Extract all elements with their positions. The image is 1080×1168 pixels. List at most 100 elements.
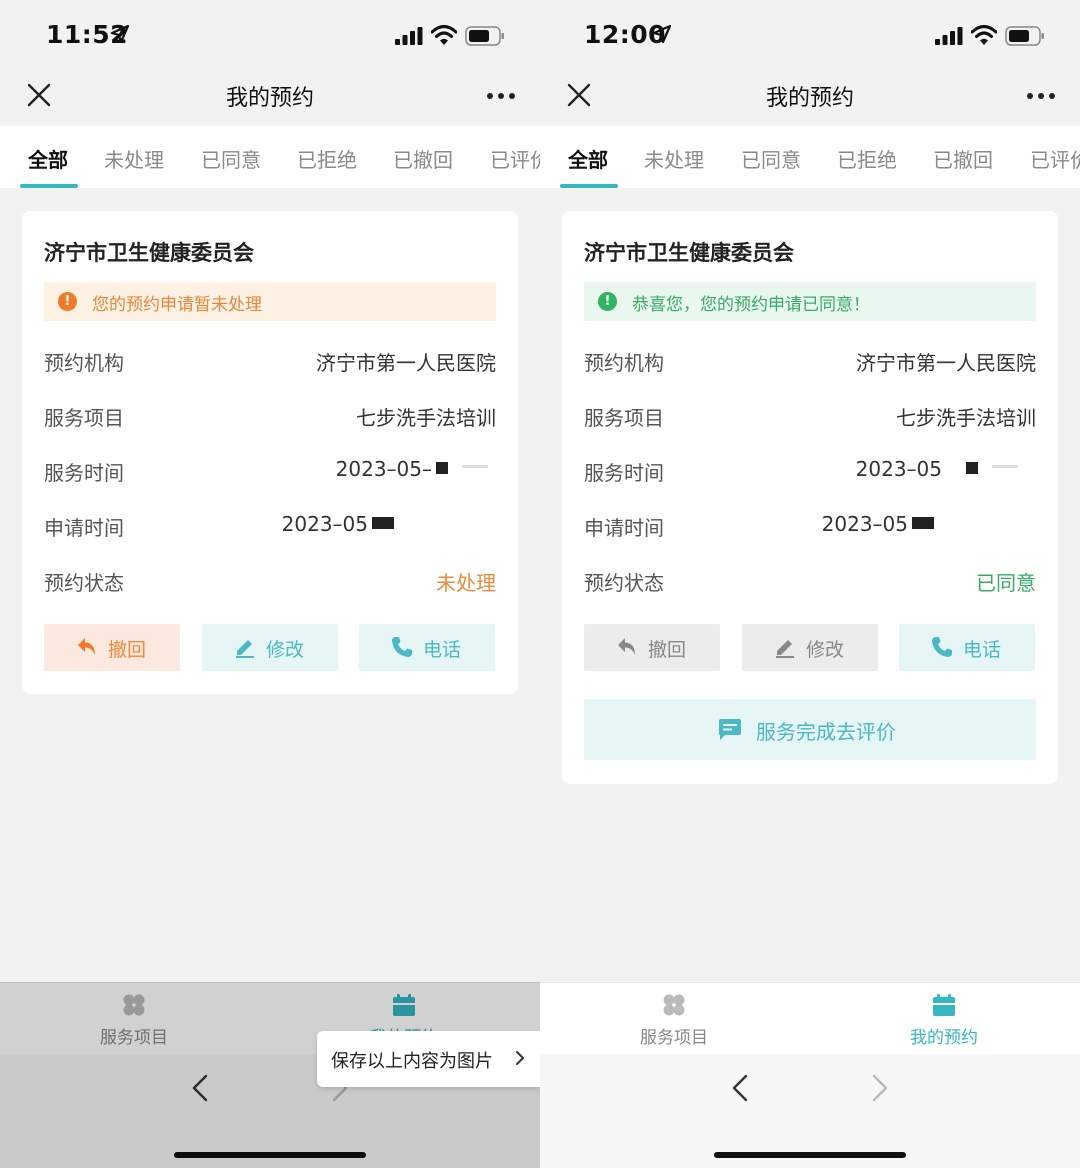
tab-pending[interactable]: 未处理 [104,144,164,173]
pending-notice: ! 您的预约申请暂未处理 [44,282,496,321]
forward-arrow-icon[interactable] [871,1074,889,1102]
value-status: 已同意 [976,571,1036,595]
wifi-icon [431,25,457,45]
clover-icon [663,994,685,1016]
status-tabs: 全部 未处理 已同意 已拒绝 已撤回 已评价 [540,126,1080,188]
tab-pending[interactable]: 未处理 [644,144,704,173]
tab-all[interactable]: 全部 [568,144,608,173]
redaction-mark [912,517,934,529]
bottom-tab-mine[interactable]: 我的预约 [874,993,1014,1048]
tab-approved[interactable]: 已同意 [741,144,801,173]
alert-icon: ! [598,292,617,311]
browser-toolbar [540,1054,1080,1168]
label-institution: 预约机构 [44,351,124,375]
cell-signal-icon [935,27,963,45]
tab-rejected[interactable]: 已拒绝 [837,144,897,173]
phone-button[interactable]: 电话 [359,624,495,671]
value-service-item: 七步洗手法培训 [356,406,496,430]
review-button[interactable]: 服务完成去评价 [584,699,1036,760]
revoke-button[interactable]: 撤回 [584,624,720,671]
revoke-button[interactable]: 撤回 [44,624,180,671]
label-service-time: 服务时间 [44,461,124,485]
location-arrow-icon [652,24,672,44]
organization-name: 济宁市卫生健康委员会 [44,241,254,265]
value-institution: 济宁市第一人民医院 [316,351,496,375]
approved-notice: ! 恭喜您，您的预约申请已同意！ [584,282,1036,321]
tab-all[interactable]: 全部 [28,144,68,173]
bottom-tab-services-label: 服务项目 [640,1028,708,1048]
home-indicator [714,1152,906,1158]
label-service-item: 服务项目 [44,406,124,430]
appointment-card: 济宁市卫生健康委员会 ! 恭喜您，您的预约申请已同意！ 预约机构 济宁市第一人民… [562,211,1058,784]
pencil-icon [236,640,254,658]
label-status: 预约状态 [584,571,664,595]
appointment-card: 济宁市卫生健康委员会 ! 您的预约申请暂未处理 预约机构 济宁市第一人民医院 服… [22,211,518,694]
phone-icon [932,637,952,657]
tab-reviewed[interactable]: 已评价 [490,144,540,173]
edit-label: 修改 [806,639,845,661]
phone-button[interactable]: 电话 [899,624,1035,671]
edit-button[interactable]: 修改 [202,624,338,671]
label-apply-time: 申请时间 [584,516,664,540]
value-institution: 济宁市第一人民医院 [856,351,1036,375]
organization-name: 济宁市卫生健康委员会 [584,241,794,265]
wifi-icon [971,25,997,45]
edit-label: 修改 [266,639,305,661]
bottom-tab-mine-label: 我的预约 [910,1028,978,1048]
edit-button[interactable]: 修改 [742,624,878,671]
label-service-item: 服务项目 [584,406,664,430]
redaction-mark [436,462,448,474]
battery-icon [1005,26,1044,46]
status-bar: 12:00 [540,0,1080,70]
phone-icon [392,637,412,657]
location-arrow-icon [110,24,130,44]
nav-bar: 我的预约 [540,70,1080,126]
undo-icon [618,638,635,655]
comment-icon [719,719,741,740]
battery-icon [465,26,504,46]
label-institution: 预约机构 [584,351,664,375]
active-tab-indicator [20,184,78,188]
bottom-tab-bar: 服务项目 我的预约 [540,982,1080,1054]
save-as-image-popup[interactable]: 保存以上内容为图片 [317,1031,540,1087]
tab-approved[interactable]: 已同意 [201,144,261,173]
status-bar: 11:52 [0,0,540,70]
value-apply-time: 2023–05 [282,512,394,536]
phone-left: 11:52 我的预约 全部 未处理 已同意 已拒绝 已撤回 已评价 济宁市卫生健… [0,0,540,1168]
notice-text: 恭喜您，您的预约申请已同意！ [632,295,870,315]
tab-rejected[interactable]: 已拒绝 [297,144,357,173]
status-tabs: 全部 未处理 已同意 已拒绝 已撤回 已评价 [0,126,540,188]
value-service-time: 2023–05 [856,457,1018,481]
value-status: 未处理 [436,571,496,595]
redaction-blur [992,465,1018,468]
phone-right: 12:00 我的预约 全部 未处理 已同意 已拒绝 已撤回 已评价 济宁市卫生健… [540,0,1080,1168]
screenshot-stage: 11:52 我的预约 全部 未处理 已同意 已拒绝 已撤回 已评价 济宁市卫生健… [0,0,1080,1168]
tab-revoked[interactable]: 已撤回 [933,144,993,173]
active-tab-indicator [560,184,618,188]
more-options-icon[interactable] [486,92,516,100]
phone-label: 电话 [963,639,1002,661]
tab-revoked[interactable]: 已撤回 [393,144,453,173]
chevron-right-icon [516,1051,524,1065]
revoke-label: 撤回 [648,639,687,661]
page-title: 我的预约 [225,86,314,111]
save-as-image-label: 保存以上内容为图片 [331,1051,493,1072]
label-service-time: 服务时间 [584,461,664,485]
value-service-item: 七步洗手法培训 [896,406,1036,430]
more-options-icon[interactable] [1026,92,1056,100]
label-status: 预约状态 [44,571,124,595]
undo-icon [78,638,95,655]
calendar-icon [933,994,955,1016]
redaction-mark [372,517,394,529]
notice-text: 您的预约申请暂未处理 [92,295,262,315]
label-apply-time: 申请时间 [44,516,124,540]
page-title: 我的预约 [765,86,854,111]
back-arrow-icon[interactable] [731,1074,749,1102]
nav-bar: 我的预约 [0,70,540,126]
value-apply-time: 2023–05 [822,512,934,536]
bottom-tab-services[interactable]: 服务项目 [604,993,744,1048]
revoke-label: 撤回 [108,639,147,661]
redaction-blur [462,465,488,468]
redaction-mark [966,462,978,474]
tab-reviewed[interactable]: 已评价 [1030,144,1080,173]
